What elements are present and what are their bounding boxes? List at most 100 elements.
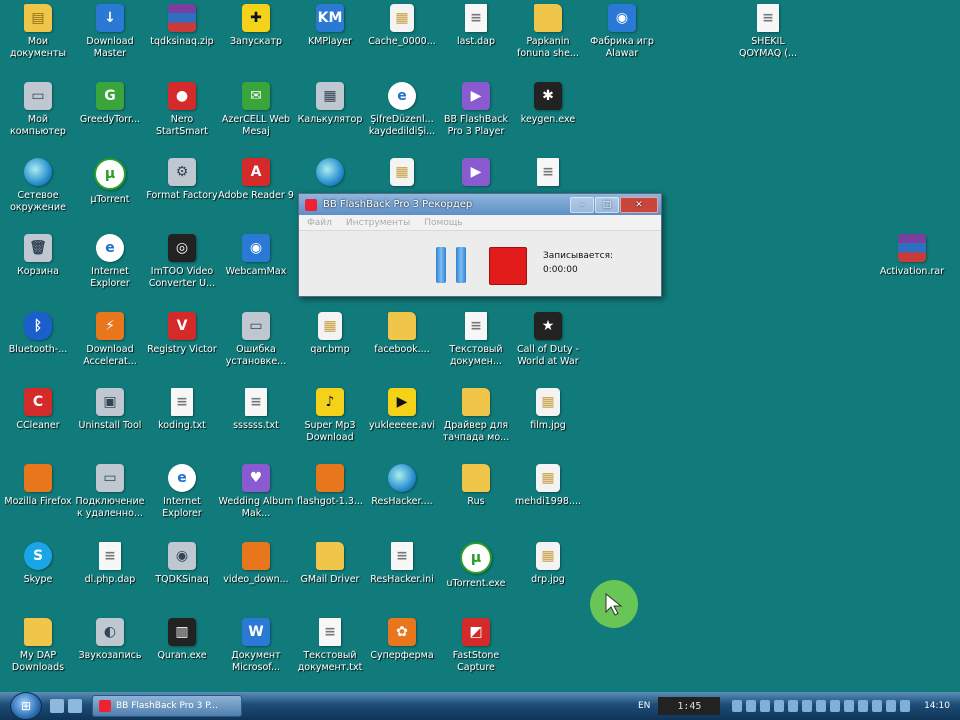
desktop-icon[interactable]: ⚙ Format Factory (144, 156, 220, 230)
desktop-icon[interactable]: Драйвер для тачпада мо... (438, 386, 514, 460)
desktop-icon[interactable]: ▶ BB FlashBack Pro 3 Player (438, 80, 514, 154)
desktop-icon[interactable]: V Registry Victor (144, 310, 220, 384)
desktop-icon[interactable]: ▦ mehdi1998.... (510, 462, 586, 536)
tray-icon[interactable] (830, 700, 841, 712)
tray-icon[interactable] (732, 700, 743, 712)
desktop-icon[interactable]: ≡ ResHacker.ini (364, 540, 440, 614)
desktop-icon[interactable]: ✿ Суперферма (364, 616, 440, 690)
desktop-icon[interactable]: ▦ Cache_0000... (364, 2, 440, 76)
tray-icon[interactable] (788, 700, 799, 712)
tray-icon[interactable] (760, 700, 771, 712)
desktop-icon[interactable]: ▭ Ошибка установке... (218, 310, 294, 384)
tray-icon[interactable] (774, 700, 785, 712)
desktop-icon[interactable]: ▦ film.jpg (510, 386, 586, 460)
desktop-icon[interactable]: ≡ koding.txt (144, 386, 220, 460)
quick-launch-item[interactable] (68, 699, 82, 713)
desktop-icon[interactable]: ▭ Подключение к удаленно... (72, 462, 148, 536)
desktop-icon[interactable]: ◉ WebcamMax (218, 232, 294, 306)
desktop-icon[interactable]: ≡ ssssss.txt (218, 386, 294, 460)
desktop-icon[interactable]: ▣ Uninstall Tool (72, 386, 148, 460)
quick-launch-item[interactable] (50, 699, 64, 713)
desktop-icon[interactable]: KM KMPlayer (292, 2, 368, 76)
desktop-icon[interactable]: ◩ FastStone Capture (438, 616, 514, 690)
desktop-icon[interactable]: ≡ Текстовый документ.txt (292, 616, 368, 690)
desktop-icon[interactable]: G GreedyTorr... (72, 80, 148, 154)
tray-icon[interactable] (858, 700, 869, 712)
tray-icon[interactable] (746, 700, 757, 712)
desktop-icon[interactable]: tqdksinaq.zip (144, 2, 220, 76)
desktop-icon[interactable]: ★ Call of Duty - World at War (510, 310, 586, 384)
desktop-icon[interactable]: 🗑 Корзина (0, 232, 76, 306)
desktop-icon[interactable]: video_down... (218, 540, 294, 614)
desktop-icon[interactable]: A Adobe Reader 9 (218, 156, 294, 230)
desktop-icon[interactable]: ≡ dl.php.dap (72, 540, 148, 614)
pause-button[interactable] (436, 247, 466, 283)
menu-tools[interactable]: Инструменты (346, 218, 410, 228)
desktop-icon[interactable]: ♪ Super Mp3 Download (292, 386, 368, 460)
desktop-icon[interactable]: e ŞifreDüzenl... kaydedildiŞi... (364, 80, 440, 154)
desktop-icon[interactable]: ▦ qar.bmp (292, 310, 368, 384)
start-button[interactable]: ⊞ (10, 692, 42, 720)
desktop-icon-label: mehdi1998.... (514, 496, 582, 507)
menu-file[interactable]: Файл (307, 218, 332, 228)
desktop-icon[interactable]: My DAP Downloads (0, 616, 76, 690)
tray-icon[interactable] (844, 700, 855, 712)
recorder-title-bar[interactable]: BB FlashBack Pro 3 Рекордер – □ ✕ (299, 194, 661, 215)
close-button[interactable]: ✕ (620, 196, 658, 213)
language-indicator[interactable]: EN (638, 701, 650, 711)
desktop-icon[interactable]: ⚡ Download Accelerat... (72, 310, 148, 384)
desktop-icon[interactable]: ♥ Wedding Album Mak... (218, 462, 294, 536)
desktop-icon[interactable]: GMail Driver (292, 540, 368, 614)
tray-icon[interactable] (816, 700, 827, 712)
tray-icon[interactable] (886, 700, 897, 712)
desktop-icon[interactable]: ◉ TQDKSinaq (144, 540, 220, 614)
tray-icon[interactable] (872, 700, 883, 712)
desktop-icon-label: Мои документы (10, 36, 66, 59)
stop-button[interactable] (489, 247, 527, 285)
tray-icon[interactable] (802, 700, 813, 712)
menu-help[interactable]: Помощь (424, 218, 462, 228)
desktop-icon[interactable]: Activation.rar (874, 232, 950, 306)
folder-icon (388, 312, 416, 340)
desktop-icon-label: Запускатр (229, 36, 283, 47)
taskbar-button-flashback[interactable]: BB FlashBack Pro 3 P... (92, 695, 242, 717)
desktop-icon[interactable]: flashgot-1.3... (292, 462, 368, 536)
desktop-icon[interactable]: facebook.... (364, 310, 440, 384)
desktop-icon[interactable]: ↓ Download Master (72, 2, 148, 76)
desktop-icon[interactable]: ✱ keygen.exe (510, 80, 586, 154)
desktop-icon[interactable]: ResHacker.... (364, 462, 440, 536)
desktop-icon[interactable]: Papkanin fonuna she... (510, 2, 586, 76)
desktop-icon[interactable]: ≡ Текстовый докумен... (438, 310, 514, 384)
desktop-icon[interactable]: e Internet Explorer (72, 232, 148, 306)
desktop-icon[interactable]: ✚ Запускатр (218, 2, 294, 76)
desktop-icon[interactable]: ● Nero StartSmart (144, 80, 220, 154)
recorder-window[interactable]: BB FlashBack Pro 3 Рекордер – □ ✕ Файл И… (298, 193, 662, 297)
desktop-icon[interactable]: µ uTorrent.exe (438, 540, 514, 614)
desktop-icon[interactable]: ▦ Калькулятор (292, 80, 368, 154)
desktop-icon[interactable]: e Internet Explorer (144, 462, 220, 536)
desktop-icon[interactable]: W Документ Microsof... (218, 616, 294, 690)
desktop-icon[interactable]: ▥ Quran.exe (144, 616, 220, 690)
desktop-icon[interactable]: S Skype (0, 540, 76, 614)
desktop-icon[interactable]: ◐ Звукозапись (72, 616, 148, 690)
clock[interactable]: 14:10 (924, 701, 950, 711)
desktop-icon[interactable]: ▤ Мои документы (0, 2, 76, 76)
desktop-icon[interactable]: ✉ AzerCELL Web Mesaj (218, 80, 294, 154)
desktop-icon[interactable]: Mozilla Firefox (0, 462, 76, 536)
desktop-icon[interactable]: C CCleaner (0, 386, 76, 460)
desktop-icon[interactable]: Сетевое окружение (0, 156, 76, 230)
desktop-icon[interactable]: ◎ ImTOO Video Converter U... (144, 232, 220, 306)
desktop-icon[interactable]: ▶ yukleeeee.avi (364, 386, 440, 460)
desktop-icon[interactable]: µ µTorrent (72, 156, 148, 230)
minimize-button[interactable]: – (570, 196, 594, 213)
desktop-icon[interactable]: ≡ SHEKIL QOYMAQ (... (730, 2, 806, 76)
desktop-icon[interactable]: ▦ drp.jpg (510, 540, 586, 614)
desktop-icon[interactable]: ◉ Фабрика игр Alawar (584, 2, 660, 76)
maximize-button[interactable]: □ (595, 196, 619, 213)
desktop-icon[interactable]: ᛒ Bluetooth-... (0, 310, 76, 384)
desktop-icon[interactable]: Rus (438, 462, 514, 536)
desktop-icon[interactable]: ▭ Мой компьютер (0, 80, 76, 154)
desktop-icon[interactable]: ≡ last.dap (438, 2, 514, 76)
tray-icon[interactable] (900, 700, 911, 712)
document-icon: ≡ (465, 4, 487, 32)
